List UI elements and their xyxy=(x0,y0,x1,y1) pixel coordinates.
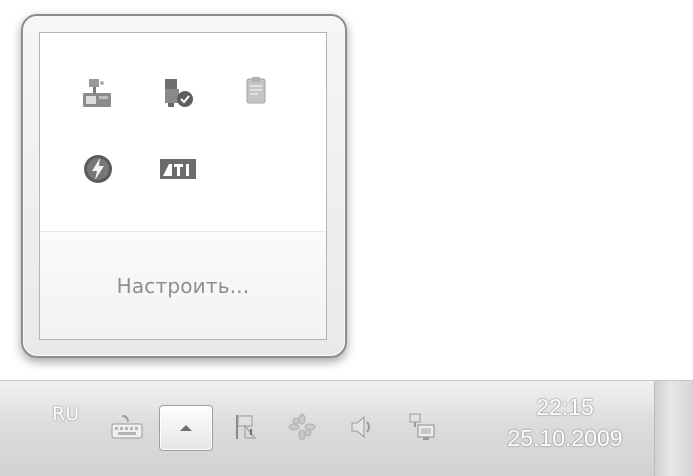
taskbar: RU 22:15 25.10.2009 xyxy=(0,380,693,476)
hidden-icons-grid xyxy=(78,73,308,233)
speaker-volume-icon[interactable] xyxy=(342,407,382,447)
desktop-area: Настроить... RU 22:15 25.10.2009 xyxy=(0,0,693,476)
show-hidden-icons-button[interactable] xyxy=(159,405,213,451)
pinwheel-icon[interactable] xyxy=(282,407,322,447)
show-desktop-button[interactable] xyxy=(654,381,693,476)
notification-overflow-popup: Настроить... xyxy=(21,14,347,358)
clock-time: 22:15 xyxy=(536,394,594,420)
network-icon[interactable] xyxy=(402,407,442,447)
overflow-panel: Настроить... xyxy=(39,32,327,340)
network-connections-icon[interactable] xyxy=(78,73,118,113)
popup-footer: Настроить... xyxy=(40,231,326,339)
ati-catalyst-icon[interactable] xyxy=(158,149,198,189)
chevron-up-icon xyxy=(180,425,192,431)
language-indicator[interactable]: RU xyxy=(52,403,79,425)
clipboard-document-icon[interactable] xyxy=(236,73,276,113)
keyboard-icon[interactable] xyxy=(107,407,147,447)
taskbar-clock[interactable]: 22:15 25.10.2009 xyxy=(480,393,650,455)
action-center-flag-icon[interactable] xyxy=(226,407,266,447)
customize-link[interactable]: Настроить... xyxy=(40,274,326,298)
security-center-icon[interactable] xyxy=(158,73,198,113)
power-lightning-icon[interactable] xyxy=(78,149,118,189)
clock-date: 25.10.2009 xyxy=(507,425,623,451)
